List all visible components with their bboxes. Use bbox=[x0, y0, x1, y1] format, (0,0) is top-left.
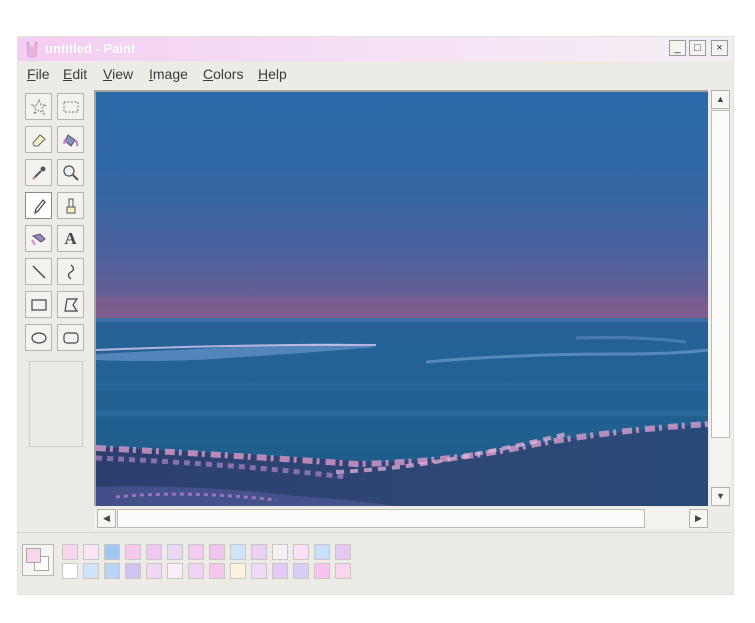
maximize-button[interactable]: □ bbox=[689, 40, 706, 56]
eraser-icon bbox=[31, 133, 46, 146]
menu-edit[interactable]: Edit bbox=[63, 66, 87, 82]
palette-swatch[interactable] bbox=[83, 563, 99, 579]
palette-swatch[interactable] bbox=[272, 544, 288, 560]
tool-box: A bbox=[23, 93, 87, 453]
palette-swatch[interactable] bbox=[251, 563, 267, 579]
close-button[interactable]: × bbox=[711, 40, 728, 56]
brush-tool[interactable] bbox=[57, 192, 84, 219]
rounded-rectangle-tool[interactable] bbox=[57, 324, 84, 351]
polygon-icon bbox=[63, 297, 78, 312]
star-select-icon bbox=[30, 98, 47, 115]
paint-window: untitled - Paint _ □ × File Edit View Im… bbox=[18, 37, 733, 594]
horizontal-scroll-thumb[interactable] bbox=[117, 509, 645, 528]
paint-app-icon bbox=[26, 40, 38, 58]
palette-swatch[interactable] bbox=[230, 544, 246, 560]
palette-swatch[interactable] bbox=[293, 544, 309, 560]
palette-swatch[interactable] bbox=[209, 544, 225, 560]
free-form-select-tool[interactable] bbox=[25, 93, 52, 120]
foreground-color-swatch[interactable] bbox=[26, 548, 41, 563]
palette-swatch[interactable] bbox=[188, 563, 204, 579]
scroll-up-arrow-icon[interactable]: ▲ bbox=[711, 90, 730, 109]
scroll-right-arrow-icon[interactable]: ▶ bbox=[689, 509, 708, 528]
menu-colors[interactable]: Colors bbox=[203, 66, 243, 82]
fill-with-color-tool[interactable] bbox=[57, 126, 84, 153]
palette-swatch[interactable] bbox=[167, 544, 183, 560]
horizontal-scrollbar[interactable]: ◀ ▶ bbox=[94, 508, 708, 529]
palette-swatch[interactable] bbox=[104, 544, 120, 560]
brush-icon bbox=[66, 198, 75, 213]
curve-icon bbox=[67, 263, 74, 280]
beach-photo bbox=[96, 92, 708, 506]
palette-swatch[interactable] bbox=[335, 544, 351, 560]
pick-color-tool[interactable] bbox=[25, 159, 52, 186]
tool-options-box[interactable] bbox=[29, 361, 83, 447]
text-tool[interactable]: A bbox=[57, 225, 84, 252]
palette-swatch[interactable] bbox=[62, 544, 78, 560]
palette-swatch[interactable] bbox=[335, 563, 351, 579]
airbrush-tool[interactable] bbox=[25, 225, 52, 252]
palette-swatch[interactable] bbox=[314, 563, 330, 579]
rectangle-tool[interactable] bbox=[25, 291, 52, 318]
palette-swatch[interactable] bbox=[146, 544, 162, 560]
menu-file[interactable]: File bbox=[27, 66, 50, 82]
minimize-button[interactable]: _ bbox=[669, 40, 686, 56]
palette-swatch[interactable] bbox=[230, 563, 246, 579]
drawing-canvas[interactable] bbox=[94, 90, 708, 506]
window-title: untitled - Paint bbox=[45, 41, 136, 56]
eyedropper-icon bbox=[31, 166, 45, 180]
palette-swatch[interactable] bbox=[293, 563, 309, 579]
palette-swatch[interactable] bbox=[83, 544, 99, 560]
menu-image[interactable]: Image bbox=[149, 66, 188, 82]
palette-swatch[interactable] bbox=[167, 563, 183, 579]
palette-swatch[interactable] bbox=[125, 544, 141, 560]
palette-swatch[interactable] bbox=[314, 544, 330, 560]
magnifier-icon bbox=[62, 164, 79, 181]
vertical-scroll-thumb[interactable] bbox=[711, 110, 730, 438]
pencil-icon bbox=[33, 198, 46, 214]
curve-tool[interactable] bbox=[57, 258, 84, 285]
magnifier-tool[interactable] bbox=[57, 159, 84, 186]
select-tool[interactable] bbox=[57, 93, 84, 120]
menu-bar: File Edit View Image Colors Help bbox=[18, 62, 733, 86]
pencil-tool[interactable] bbox=[25, 192, 52, 219]
text-icon: A bbox=[64, 228, 77, 248]
eraser-tool[interactable] bbox=[25, 126, 52, 153]
menu-view[interactable]: View bbox=[103, 66, 133, 82]
rounded-rectangle-icon bbox=[62, 331, 79, 344]
color-box bbox=[18, 533, 733, 594]
palette-swatch[interactable] bbox=[104, 563, 120, 579]
palette-swatch[interactable] bbox=[272, 563, 288, 579]
line-icon bbox=[32, 265, 45, 278]
scroll-down-arrow-icon[interactable]: ▼ bbox=[711, 487, 730, 506]
palette-swatch[interactable] bbox=[251, 544, 267, 560]
menu-help[interactable]: Help bbox=[258, 66, 287, 82]
scroll-left-arrow-icon[interactable]: ◀ bbox=[97, 509, 116, 528]
vertical-scrollbar[interactable]: ▲ ▼ bbox=[710, 90, 731, 506]
title-bar[interactable]: untitled - Paint _ □ × bbox=[18, 37, 733, 61]
line-tool[interactable] bbox=[25, 258, 52, 285]
palette-swatch[interactable] bbox=[62, 563, 78, 579]
polygon-tool[interactable] bbox=[57, 291, 84, 318]
palette-swatch[interactable] bbox=[146, 563, 162, 579]
ellipse-tool[interactable] bbox=[25, 324, 52, 351]
rect-select-icon bbox=[63, 101, 78, 112]
palette-swatch[interactable] bbox=[125, 563, 141, 579]
airbrush-icon bbox=[30, 232, 46, 246]
rectangle-icon bbox=[30, 298, 47, 311]
ellipse-icon bbox=[30, 331, 47, 344]
current-colors[interactable] bbox=[22, 544, 54, 576]
palette-swatch[interactable] bbox=[209, 563, 225, 579]
palette-swatch[interactable] bbox=[188, 544, 204, 560]
paint-bucket-icon bbox=[62, 133, 78, 147]
